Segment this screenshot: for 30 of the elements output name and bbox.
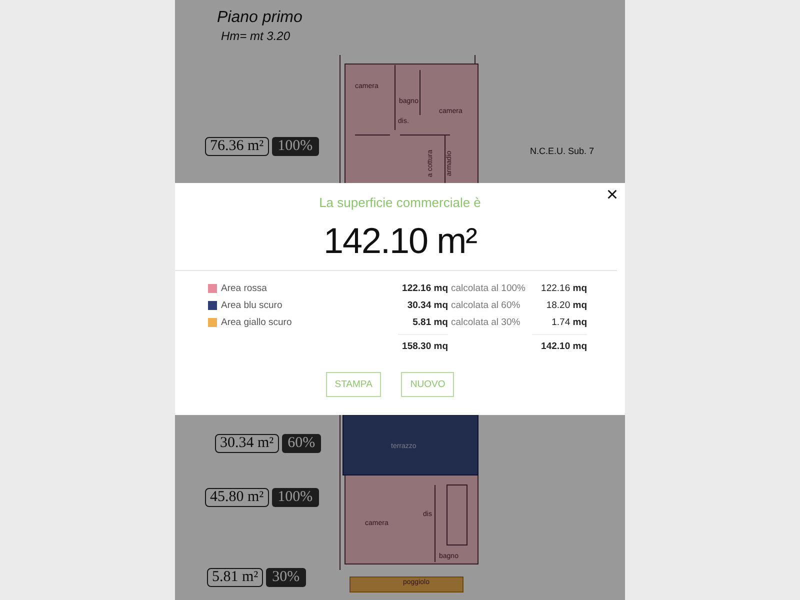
area-value: 30.34 mq bbox=[406, 300, 448, 311]
weight-label: calcolata al 60% bbox=[450, 300, 522, 311]
area-tag: 76.36 m² bbox=[205, 137, 269, 156]
area-label: Area blu scuro bbox=[221, 300, 282, 311]
weighted-value: 122.16 mq bbox=[540, 283, 587, 294]
weighted-value: 18.20 mq bbox=[545, 300, 587, 311]
area-value: 5.81 mq bbox=[412, 317, 448, 328]
total-area: 142.10 m² bbox=[323, 220, 477, 262]
cadastral-reference: N.C.E.U. Sub. 7 bbox=[530, 146, 594, 156]
ceiling-height: Hm= mt 3.20 bbox=[221, 29, 290, 43]
area-sum: 158.30 mq bbox=[398, 334, 448, 352]
dialog-title: La superficie commerciale è bbox=[319, 195, 481, 210]
area-value: 122.16 mq bbox=[401, 283, 448, 294]
weighted-value: 1.74 mq bbox=[550, 317, 587, 328]
area-tag: 30.34 m² bbox=[215, 434, 279, 453]
percent-tag: 30% bbox=[266, 568, 306, 587]
area-label: Area giallo scuro bbox=[221, 317, 292, 328]
weight-label: calcolata al 100% bbox=[450, 283, 526, 294]
area-tag: 45.80 m² bbox=[205, 488, 269, 507]
action-button[interactable]: NUOVO bbox=[401, 372, 454, 397]
floor-title: Piano primo bbox=[217, 9, 302, 27]
action-button[interactable]: STAMPA bbox=[326, 372, 382, 397]
area-label: Area rossa bbox=[221, 283, 267, 294]
percent-tag: 100% bbox=[272, 137, 319, 156]
percent-tag: 60% bbox=[282, 434, 322, 453]
area-tag: 5.81 m² bbox=[207, 568, 264, 587]
weight-label: calcolata al 30% bbox=[450, 317, 522, 328]
percent-tag: 100% bbox=[272, 488, 319, 507]
weighted-sum: 142.10 mq bbox=[532, 334, 587, 352]
close-button[interactable]: × bbox=[602, 184, 622, 207]
